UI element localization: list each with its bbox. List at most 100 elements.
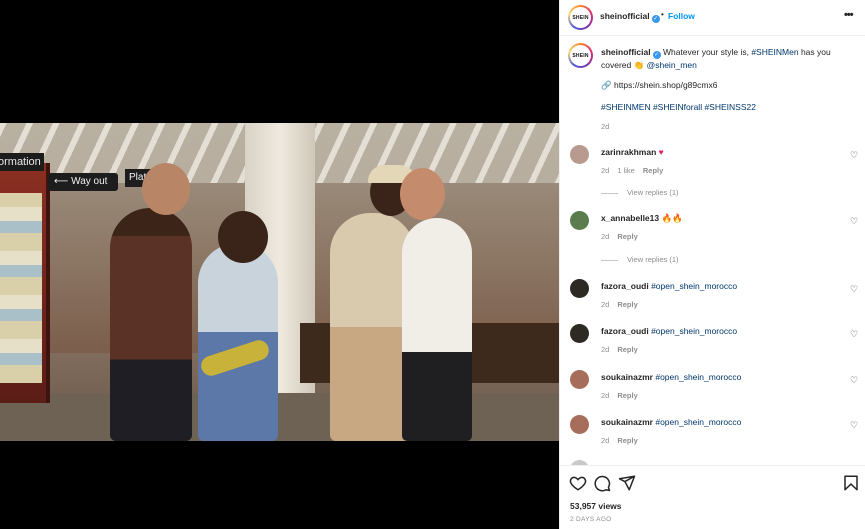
reply-button[interactable]: Reply — [617, 391, 637, 400]
more-options-icon[interactable]: ••• — [844, 9, 854, 21]
reply-button[interactable]: Reply — [617, 345, 637, 354]
caption-age: 2d — [601, 122, 610, 131]
post-date: 2 DAYS AGO — [570, 516, 612, 523]
caption-hashtags[interactable]: #SHEINMEN #SHEINforall #SHEINSS22 — [601, 102, 756, 112]
comment-like-heart-icon[interactable]: ♡ — [850, 375, 858, 386]
comment-avatar[interactable] — [570, 279, 589, 298]
way-out-text: Way out — [71, 176, 108, 187]
comment-item: zarinrakhman ♥ 2d 1 like Reply ♡ — [560, 145, 865, 185]
view-count[interactable]: 53,957 views — [570, 501, 622, 511]
comment-avatar[interactable] — [570, 145, 589, 164]
comment-text: x_annabelle13 🔥🔥 — [601, 213, 683, 224]
avatar-logo-text: SHEIN — [572, 14, 589, 21]
caption-link-line: 🔗 https://shein.shop/g89cmx6 — [601, 80, 717, 91]
comment-likes[interactable]: 1 like — [617, 166, 635, 175]
comment-age: 2d — [601, 300, 610, 309]
comment-text: zarinrakhman ♥ — [601, 147, 664, 157]
bookmark-icon[interactable] — [842, 474, 860, 492]
comment-icon[interactable] — [593, 474, 611, 492]
comment-text: fazora_oudi #open_shein_morocco — [601, 326, 737, 336]
share-icon[interactable] — [618, 474, 636, 492]
reply-button[interactable]: Reply — [617, 300, 637, 309]
comment-item: fazora_oudi #open_shein_morocco 2d Reply … — [560, 324, 865, 364]
view-replies-button[interactable]: View replies (1) — [601, 255, 679, 264]
comment-hashtag[interactable]: #open_shein_morocco — [655, 417, 741, 427]
comment-hashtag[interactable]: #open_shein_morocco — [651, 326, 737, 336]
username-text[interactable]: sheinofficial — [600, 11, 650, 21]
post-sidebar: SHEIN sheinofficial ✓ • Follow ••• SHEIN … — [559, 0, 865, 529]
link-icon: 🔗 — [601, 80, 612, 90]
comment-age: 2d — [601, 345, 610, 354]
share-icon-svg — [618, 475, 636, 491]
separator-dot: • — [661, 10, 664, 19]
caption-avatar[interactable]: SHEIN — [568, 43, 593, 68]
comment-hashtag[interactable]: #open_shein_morocco — [655, 372, 741, 382]
bookmark-icon-svg — [844, 475, 858, 491]
red-heart-emoji: ♥ — [658, 147, 664, 157]
comment-meta: 2d Reply — [601, 300, 646, 309]
view-replies-button[interactable]: View replies (1) — [601, 188, 679, 197]
comment-meta: 2d 1 like Reply — [601, 166, 671, 175]
comment-like-heart-icon[interactable]: ♡ — [850, 150, 858, 161]
notice-board — [0, 163, 50, 403]
comment-text: soukainazmr #open_shein_morocco — [601, 417, 741, 427]
reply-button[interactable]: Reply — [617, 232, 637, 241]
profile-avatar[interactable]: SHEIN — [568, 5, 593, 30]
person-4-body — [402, 218, 472, 441]
comment-item: fazora_oudi #open_shein_morocco 2d Reply … — [560, 279, 865, 319]
comment-avatar[interactable] — [570, 415, 589, 434]
station-floor — [0, 393, 559, 441]
comment-username[interactable]: soukainazmr — [601, 372, 653, 382]
header-username[interactable]: sheinofficial ✓ — [600, 11, 660, 23]
reply-button[interactable]: Reply — [643, 166, 663, 175]
caption-link[interactable]: https://shein.shop/g89cmx6 — [614, 80, 717, 90]
caption-text: Whatever your style is, — [662, 47, 749, 57]
caption-mention[interactable]: @shein_men — [647, 60, 697, 70]
comment-username[interactable]: x_annabelle13 — [601, 213, 659, 223]
comment-avatar[interactable] — [570, 324, 589, 343]
comment-avatar[interactable] — [570, 211, 589, 230]
post-actions-footer: 53,957 views 2 DAYS AGO — [560, 465, 865, 529]
heart-icon-svg — [569, 476, 587, 491]
fire-emoji: 🔥🔥 — [661, 213, 683, 223]
comment-avatar[interactable] — [570, 370, 589, 389]
comment-hashtag[interactable]: #open_shein_morocco — [651, 281, 737, 291]
person-2-head — [218, 211, 268, 263]
comment-text: soukainazmr #open_shein_morocco — [601, 372, 741, 382]
person-1-body — [110, 208, 192, 441]
caption-username[interactable]: sheinofficial — [601, 47, 651, 57]
comments-scroll-area[interactable]: SHEIN sheinofficial ✓ Whatever your style… — [560, 37, 865, 465]
person-4-head — [400, 168, 445, 220]
comment-icon-svg — [594, 475, 611, 492]
comment-like-heart-icon[interactable]: ♡ — [850, 216, 858, 227]
comment-username[interactable]: fazora_oudi — [601, 326, 649, 336]
comment-username[interactable]: zarinrakhman — [601, 147, 656, 157]
avatar-logo-text: SHEIN — [572, 52, 589, 59]
clap-emoji: 👏 — [633, 60, 645, 70]
information-sign: ormation — [0, 153, 44, 171]
comment-username[interactable]: fazora_oudi — [601, 281, 649, 291]
comment-meta: 2d Reply — [601, 345, 646, 354]
way-out-sign: ⟵ Way out — [48, 173, 118, 191]
comment-item: soukainazmr #open_shein_morocco 2d Reply … — [560, 415, 865, 455]
comment-meta: 2d Reply — [601, 232, 646, 241]
person-1-head — [142, 163, 190, 215]
comment-meta: 2d Reply — [601, 436, 646, 445]
video-frame[interactable]: ormation ⟵ Way out Platf — [0, 123, 559, 441]
comment-like-heart-icon[interactable]: ♡ — [850, 420, 858, 431]
comment-username[interactable]: soukainazmr — [601, 417, 653, 427]
follow-button[interactable]: Follow — [668, 11, 695, 21]
media-pane[interactable]: ormation ⟵ Way out Platf — [0, 0, 559, 529]
instagram-post-modal: ormation ⟵ Way out Platf SHEIN sheinoffi… — [0, 0, 865, 529]
avatar-ring: SHEIN — [570, 7, 591, 28]
comment-age: 2d — [601, 436, 610, 445]
comment-like-heart-icon[interactable]: ♡ — [850, 284, 858, 295]
person-2-body — [198, 243, 278, 441]
avatar-ring: SHEIN — [570, 45, 591, 66]
comment-item: x_annabelle13 🔥🔥 2d Reply ♡ — [560, 211, 865, 251]
reply-button[interactable]: Reply — [617, 436, 637, 445]
caption-hashtag[interactable]: #SHEINMen — [751, 47, 798, 57]
heart-icon[interactable] — [569, 474, 587, 492]
post-caption: sheinofficial ✓ Whatever your style is, #… — [601, 46, 857, 71]
comment-like-heart-icon[interactable]: ♡ — [850, 329, 858, 340]
